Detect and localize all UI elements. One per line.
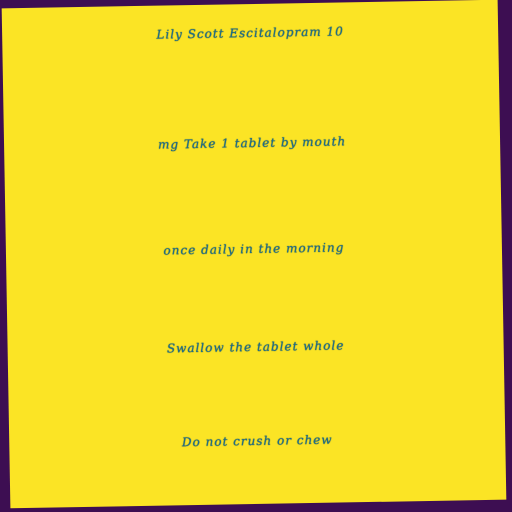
note-line-1: Lily Scott Escitalopram 10 <box>156 24 344 42</box>
stage: Lily Scott Escitalopram 10 mg Take 1 tab… <box>0 0 512 512</box>
note-line-5: Do not crush or chew <box>181 432 333 450</box>
note-line-2: mg Take 1 tablet by mouth <box>157 134 347 152</box>
prescription-note: Lily Scott Escitalopram 10 mg Take 1 tab… <box>1 0 507 509</box>
note-line-4: Swallow the tablet whole <box>166 338 345 356</box>
note-line-3: once daily in the morning <box>163 240 345 258</box>
